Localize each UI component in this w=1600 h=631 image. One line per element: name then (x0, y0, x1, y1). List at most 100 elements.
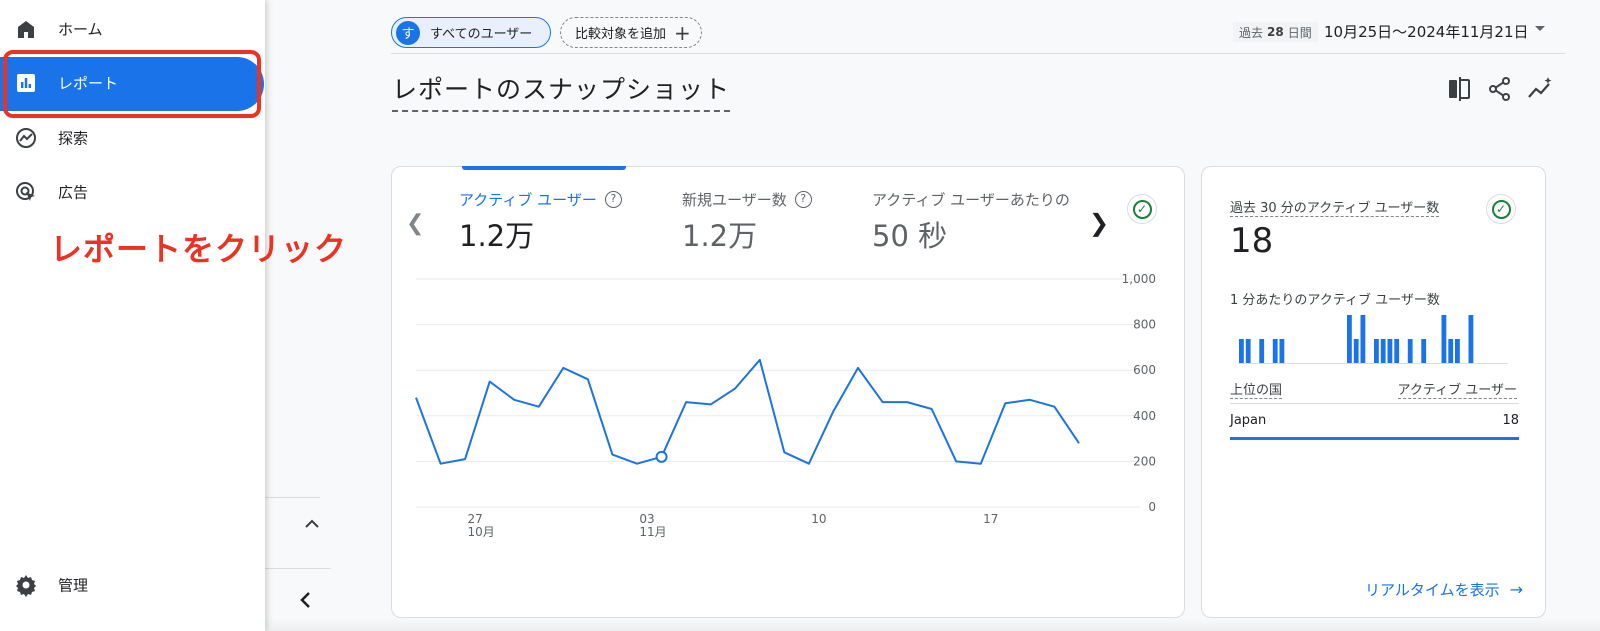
data-point (856, 366, 860, 370)
explore-icon (16, 128, 36, 148)
rail-divider (265, 568, 331, 569)
realtime-bar (1468, 315, 1474, 363)
data-point (414, 396, 418, 400)
header-divider (391, 53, 1565, 54)
nav-item-home[interactable]: ホーム (0, 3, 265, 55)
data-point (709, 402, 713, 406)
realtime-bar (1279, 339, 1285, 363)
y-tick-label: 1,000 (1122, 272, 1156, 286)
series-line (415, 358, 1080, 465)
data-point (635, 462, 639, 466)
nav-item-label: 広告 (58, 183, 89, 202)
bottom-fade (265, 618, 1600, 631)
realtime-bar (1374, 339, 1379, 363)
date-prefix: 過去 (1239, 25, 1264, 40)
caret-down-icon[interactable] (1535, 26, 1545, 31)
data-point (463, 457, 467, 461)
data-point (561, 366, 565, 370)
date-range-picker[interactable]: 10月25日〜2024年11月21日 (1324, 21, 1529, 42)
realtime-bar (1455, 339, 1460, 363)
realtime-bar (1239, 339, 1244, 363)
data-point (979, 462, 983, 466)
rail-divider (265, 497, 320, 498)
y-tick-label: 800 (1133, 318, 1156, 332)
customize-report-icon[interactable] (1446, 75, 1474, 103)
realtime-value: 18 (1230, 221, 1274, 261)
highlight-point (655, 450, 668, 463)
view-realtime-link[interactable]: リアルタイムを表示 → (1365, 579, 1523, 600)
x-tick-label: 17 (983, 512, 998, 526)
nav-item-ads[interactable]: 広告 (0, 166, 265, 218)
country-column-header[interactable]: 上位の国 (1230, 379, 1283, 399)
data-point (537, 405, 541, 409)
realtime-bar (1353, 339, 1359, 363)
add-comparison-button[interactable]: 比較対象を追加 + (560, 17, 702, 48)
users-column-header[interactable]: アクティブ ユーザー (1397, 379, 1517, 399)
y-tick-label: 400 (1133, 409, 1156, 423)
realtime-subtitle: 1 分あたりのアクティブ ユーザー数 (1230, 293, 1440, 308)
arrow-right-icon: → (1509, 580, 1523, 599)
date-days: 28 (1267, 25, 1284, 39)
nav-item-label: ホーム (58, 20, 103, 39)
data-point (758, 358, 762, 362)
data-point (1003, 401, 1007, 405)
overview-card: ❮ アクティブ ユーザー? 1.2万 新規ユーザー数? 1.2万 アクティブ ユ… (391, 166, 1185, 618)
gear-icon (16, 575, 36, 597)
realtime-bar (1421, 339, 1427, 363)
data-point (733, 386, 737, 390)
realtime-bar (1259, 339, 1265, 363)
data-point (930, 407, 934, 411)
row-count: 18 (1502, 413, 1519, 428)
date-period-badge: 過去 28 日間 (1233, 22, 1318, 42)
annotation-text: レポートをクリック (50, 230, 348, 268)
nav-item-admin[interactable]: 管理 (0, 559, 265, 611)
x-tick-month-label: 11月 (639, 525, 666, 539)
realtime-bar-baseline (1238, 363, 1508, 364)
data-point (1077, 441, 1081, 445)
view-realtime-label: リアルタイムを表示 (1365, 581, 1500, 599)
data-point (684, 400, 688, 404)
realtime-title: 過去 30 分のアクティブ ユーザー数 (1230, 197, 1440, 217)
share-icon[interactable] (1486, 75, 1514, 103)
realtime-bar-chart (1239, 315, 1474, 363)
nav-item-explore[interactable]: 探索 (0, 112, 265, 164)
chevron-up-icon[interactable] (302, 517, 322, 531)
home-icon (18, 21, 34, 38)
row-share-bar (1230, 437, 1519, 440)
data-point (439, 462, 443, 466)
collapse-nav-icon[interactable] (296, 590, 316, 610)
page-title: レポートのスナップショット (392, 70, 731, 112)
data-point (905, 400, 909, 404)
data-point (954, 459, 958, 463)
realtime-card: 過去 30 分のアクティブ ユーザー数 18 ✓ 1 分あたりのアクティブ ユー… (1201, 166, 1546, 618)
segment-label: すべてのユーザー (430, 27, 533, 42)
line-chart: 1,000 800 600 400 200 0 2710月 0311月 10 17 (414, 272, 1156, 539)
y-tick-label: 600 (1133, 363, 1156, 377)
x-tick-month-label: 10月 (467, 525, 494, 539)
x-tick-label: 10 (811, 512, 826, 526)
status-check-icon[interactable]: ✓ (1486, 194, 1516, 224)
realtime-bar (1448, 339, 1454, 363)
realtime-bar (1380, 339, 1386, 363)
annotation-highlight-box (3, 50, 261, 118)
data-point (782, 450, 786, 454)
x-tick-label: 27 (467, 512, 482, 526)
realtime-bar (1245, 339, 1251, 363)
data-point (488, 380, 492, 384)
data-point (831, 409, 835, 413)
ads-icon (16, 182, 35, 201)
date-suffix: 日間 (1287, 25, 1312, 40)
row-country: Japan (1230, 413, 1267, 428)
realtime-bar (1360, 315, 1366, 363)
realtime-bar (1407, 339, 1413, 363)
realtime-bar (1272, 339, 1278, 363)
realtime-bar (1441, 315, 1447, 363)
insights-icon[interactable] (1526, 75, 1554, 103)
data-point (1028, 398, 1032, 402)
add-comparison-label: 比較対象を追加 (575, 27, 667, 42)
data-point (1052, 405, 1056, 409)
segment-chip-all-users[interactable]: す すべてのユーザー (391, 17, 551, 48)
data-point (586, 377, 590, 381)
nav-item-label: 探索 (58, 129, 89, 148)
realtime-bar (1347, 315, 1352, 363)
